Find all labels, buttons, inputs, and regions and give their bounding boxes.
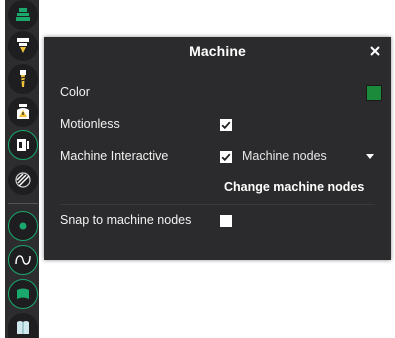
wave-curve-icon <box>15 255 31 265</box>
machine-profile-button[interactable] <box>8 130 38 160</box>
machine-warning-button[interactable] <box>8 97 38 127</box>
drill-bit-button[interactable] <box>8 64 38 94</box>
snap-checkbox[interactable] <box>220 215 232 227</box>
hatch-pattern-button[interactable] <box>8 165 38 195</box>
checkmark-icon <box>221 121 231 130</box>
color-label: Color <box>60 85 90 99</box>
close-icon <box>370 46 380 56</box>
nozzle-icon <box>17 38 29 53</box>
machine-nodes-dropdown-value: Machine nodes <box>242 149 327 163</box>
drill-bit-icon <box>20 70 26 87</box>
divider <box>60 204 375 205</box>
snap-label: Snap to machine nodes <box>60 213 192 227</box>
hatch-pattern-icon <box>15 172 31 188</box>
color-swatch[interactable] <box>366 85 382 101</box>
machine-profile-icon <box>17 139 29 151</box>
machine-interactive-label: Machine Interactive <box>60 149 169 163</box>
surface-shape-button[interactable] <box>8 279 38 309</box>
layer-stack-icon <box>16 8 30 21</box>
change-machine-nodes-button[interactable]: Change machine nodes <box>224 180 364 194</box>
motionless-checkbox[interactable] <box>220 119 232 131</box>
chevron-down-icon[interactable] <box>366 154 374 159</box>
wave-curve-button[interactable] <box>8 245 38 275</box>
point-node-button[interactable] <box>8 211 38 241</box>
nozzle-button[interactable] <box>8 31 38 61</box>
close-button[interactable] <box>368 44 382 58</box>
surface-shape-icon <box>17 288 29 299</box>
book-cover-button[interactable] <box>8 313 38 338</box>
book-cover-icon <box>17 320 29 334</box>
machine-warning-icon <box>17 104 29 119</box>
toolbar-separator <box>8 203 38 204</box>
left-toolbar <box>0 0 44 338</box>
point-node-icon <box>19 222 27 230</box>
checkmark-icon <box>221 153 231 162</box>
motionless-label: Motionless <box>60 117 120 131</box>
panel-title: Machine <box>189 43 246 59</box>
layer-stack-button[interactable] <box>8 0 38 30</box>
machine-interactive-checkbox[interactable] <box>220 151 232 163</box>
machine-panel: Machine Color Motionless Machine Interac… <box>44 37 391 260</box>
